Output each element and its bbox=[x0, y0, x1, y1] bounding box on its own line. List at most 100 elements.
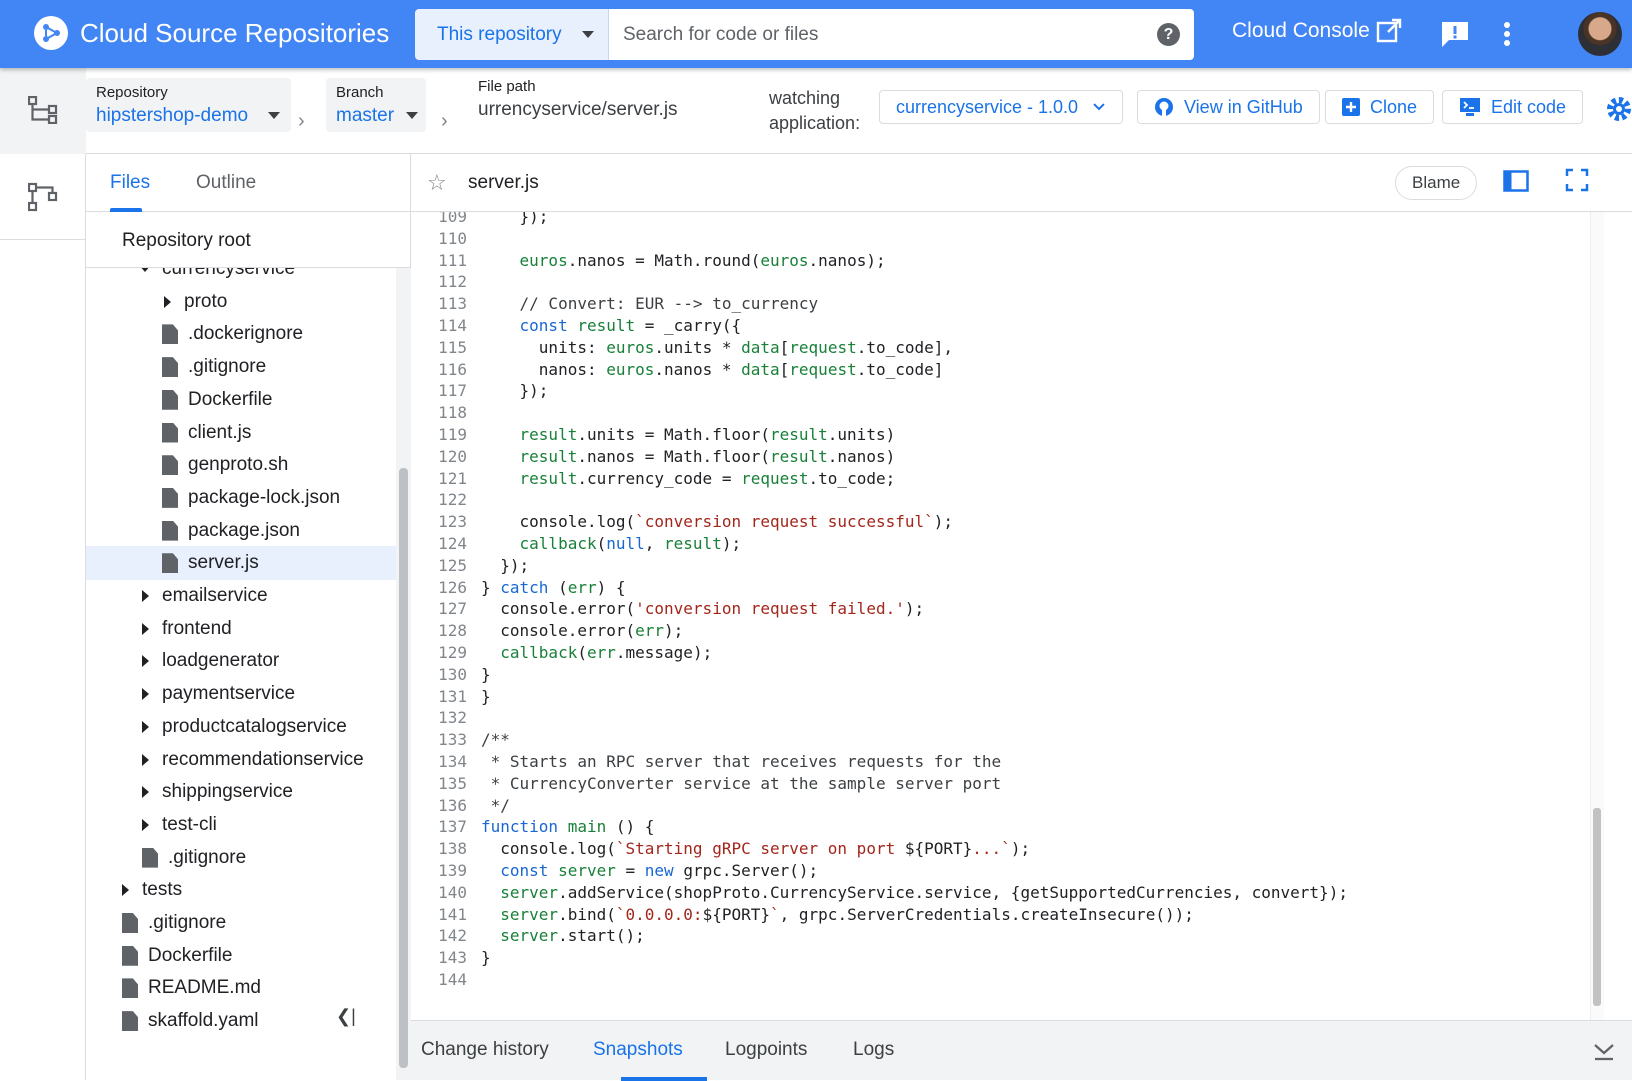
folder-tree-item[interactable]: paymentservice bbox=[86, 677, 396, 711]
collapse-panel-icon[interactable]: ❮| bbox=[336, 1006, 356, 1027]
more-vert-icon[interactable] bbox=[1502, 20, 1512, 48]
split-view-icon[interactable] bbox=[1503, 170, 1529, 192]
line-number[interactable]: 122 bbox=[411, 489, 467, 511]
expand-right-icon[interactable] bbox=[142, 753, 149, 766]
line-number[interactable]: 141 bbox=[411, 904, 467, 926]
file-tree-item[interactable]: package-lock.json bbox=[86, 481, 396, 515]
rail-item-repositories[interactable] bbox=[0, 68, 86, 154]
expand-right-icon[interactable] bbox=[142, 590, 149, 602]
file-tree-item[interactable]: client.js bbox=[86, 416, 396, 450]
line-number[interactable]: 139 bbox=[411, 860, 467, 882]
line-number[interactable]: 124 bbox=[411, 533, 467, 555]
line-number[interactable]: 116 bbox=[411, 359, 467, 381]
line-number[interactable]: 135 bbox=[411, 773, 467, 795]
clone-button[interactable]: Clone bbox=[1325, 90, 1435, 124]
expand-right-icon[interactable] bbox=[142, 786, 149, 799]
fullscreen-icon[interactable] bbox=[1565, 168, 1589, 192]
cloud-console-link[interactable]: Cloud Console bbox=[1232, 18, 1402, 44]
application-select[interactable]: currencyservice - 1.0.0 bbox=[879, 90, 1123, 124]
line-number[interactable]: 142 bbox=[411, 925, 467, 947]
line-number[interactable]: 111 bbox=[411, 250, 467, 272]
line-number[interactable]: 110 bbox=[411, 228, 467, 250]
file-tree-item[interactable]: package.json bbox=[86, 514, 396, 548]
line-number[interactable]: 119 bbox=[411, 424, 467, 446]
file-tree-item[interactable]: server.js bbox=[86, 546, 396, 581]
folder-tree-item[interactable]: loadgenerator bbox=[86, 644, 396, 678]
line-number[interactable]: 130 bbox=[411, 664, 467, 686]
tab-logpoints[interactable]: Logpoints bbox=[725, 1039, 807, 1061]
folder-tree-item[interactable]: productcatalogservice bbox=[86, 710, 396, 744]
expand-right-icon[interactable] bbox=[142, 720, 149, 733]
expand-right-icon[interactable] bbox=[142, 818, 149, 831]
file-tree-item[interactable]: .gitignore bbox=[86, 350, 396, 384]
star-icon[interactable]: ☆ bbox=[427, 170, 447, 196]
line-number[interactable]: 112 bbox=[411, 271, 467, 293]
line-number[interactable]: 123 bbox=[411, 511, 467, 533]
folder-tree-item[interactable]: shippingservice bbox=[86, 775, 396, 809]
edit-code-button[interactable]: Edit code bbox=[1442, 90, 1584, 124]
line-number[interactable]: 120 bbox=[411, 446, 467, 468]
tree-scrollbar-thumb[interactable] bbox=[399, 468, 408, 1068]
expand-right-icon[interactable] bbox=[122, 884, 129, 897]
feedback-icon[interactable] bbox=[1440, 20, 1470, 48]
expand-right-icon[interactable] bbox=[142, 655, 149, 668]
cloud-source-repositories-logo[interactable] bbox=[34, 16, 68, 50]
tab-logs[interactable]: Logs bbox=[853, 1039, 894, 1061]
repository-root-link[interactable]: Repository root bbox=[86, 212, 411, 268]
line-number[interactable]: 136 bbox=[411, 795, 467, 817]
rail-item-source-browser[interactable] bbox=[0, 154, 86, 240]
line-number[interactable]: 144 bbox=[411, 969, 467, 991]
folder-tree-item[interactable]: frontend bbox=[86, 612, 396, 646]
help-icon[interactable]: ? bbox=[1157, 23, 1180, 46]
search-input[interactable] bbox=[623, 9, 1123, 60]
tab-files[interactable]: Files bbox=[110, 172, 150, 194]
folder-tree-item[interactable]: test-cli bbox=[86, 808, 396, 842]
gear-icon[interactable] bbox=[1606, 96, 1632, 122]
tab-outline[interactable]: Outline bbox=[196, 172, 256, 194]
tab-snapshots[interactable]: Snapshots bbox=[593, 1039, 683, 1061]
tab-change-history[interactable]: Change history bbox=[421, 1039, 549, 1061]
line-number[interactable]: 109 bbox=[411, 212, 467, 228]
line-number[interactable]: 115 bbox=[411, 337, 467, 359]
line-number[interactable]: 133 bbox=[411, 729, 467, 751]
line-number[interactable]: 131 bbox=[411, 686, 467, 708]
line-number[interactable]: 143 bbox=[411, 947, 467, 969]
line-number[interactable]: 127 bbox=[411, 598, 467, 620]
line-number[interactable]: 121 bbox=[411, 468, 467, 490]
code-scrollbar-thumb[interactable] bbox=[1593, 808, 1601, 1006]
repository-select[interactable]: Repository hipstershop-demo bbox=[86, 78, 291, 132]
line-number[interactable]: 138 bbox=[411, 838, 467, 860]
expand-right-icon[interactable] bbox=[142, 622, 149, 635]
line-number[interactable]: 140 bbox=[411, 882, 467, 904]
line-number[interactable]: 118 bbox=[411, 402, 467, 424]
collapse-icon[interactable] bbox=[1593, 1041, 1615, 1061]
file-tree-item[interactable]: .gitignore bbox=[86, 841, 396, 875]
expand-right-icon[interactable] bbox=[142, 688, 149, 701]
folder-tree-item[interactable]: recommendationservice bbox=[86, 743, 396, 777]
folder-tree-item[interactable]: currencyservice bbox=[86, 268, 396, 286]
search-scope-select[interactable]: This repository bbox=[415, 9, 609, 60]
blame-button[interactable]: Blame bbox=[1395, 166, 1478, 200]
file-tree-item[interactable]: genproto.sh bbox=[86, 448, 396, 482]
branch-select[interactable]: Branch master bbox=[326, 78, 426, 132]
file-tree-item[interactable]: Dockerfile bbox=[86, 383, 396, 417]
line-number[interactable]: 137 bbox=[411, 816, 467, 838]
code-viewer[interactable]: 109 }); 110 111 euros.nanos = Math.round(e… bbox=[411, 212, 1632, 1020]
expand-right-icon[interactable] bbox=[164, 295, 171, 308]
line-number[interactable]: 125 bbox=[411, 555, 467, 577]
line-number[interactable]: 129 bbox=[411, 642, 467, 664]
line-number[interactable]: 126 bbox=[411, 577, 467, 599]
line-number[interactable]: 113 bbox=[411, 293, 467, 315]
file-tree-item[interactable]: .dockerignore bbox=[86, 317, 396, 351]
folder-tree-item[interactable]: proto bbox=[86, 285, 396, 319]
line-number[interactable]: 117 bbox=[411, 380, 467, 402]
line-number[interactable]: 134 bbox=[411, 751, 467, 773]
line-number[interactable]: 114 bbox=[411, 315, 467, 337]
file-tree-item[interactable]: Dockerfile bbox=[86, 939, 396, 973]
user-avatar[interactable] bbox=[1578, 12, 1622, 56]
view-in-github-button[interactable]: View in GitHub bbox=[1137, 90, 1320, 124]
folder-tree-item[interactable]: emailservice bbox=[86, 579, 396, 613]
folder-tree-item[interactable]: tests bbox=[86, 873, 396, 907]
line-number[interactable]: 128 bbox=[411, 620, 467, 642]
file-tree-item[interactable]: README.md bbox=[86, 971, 396, 1005]
